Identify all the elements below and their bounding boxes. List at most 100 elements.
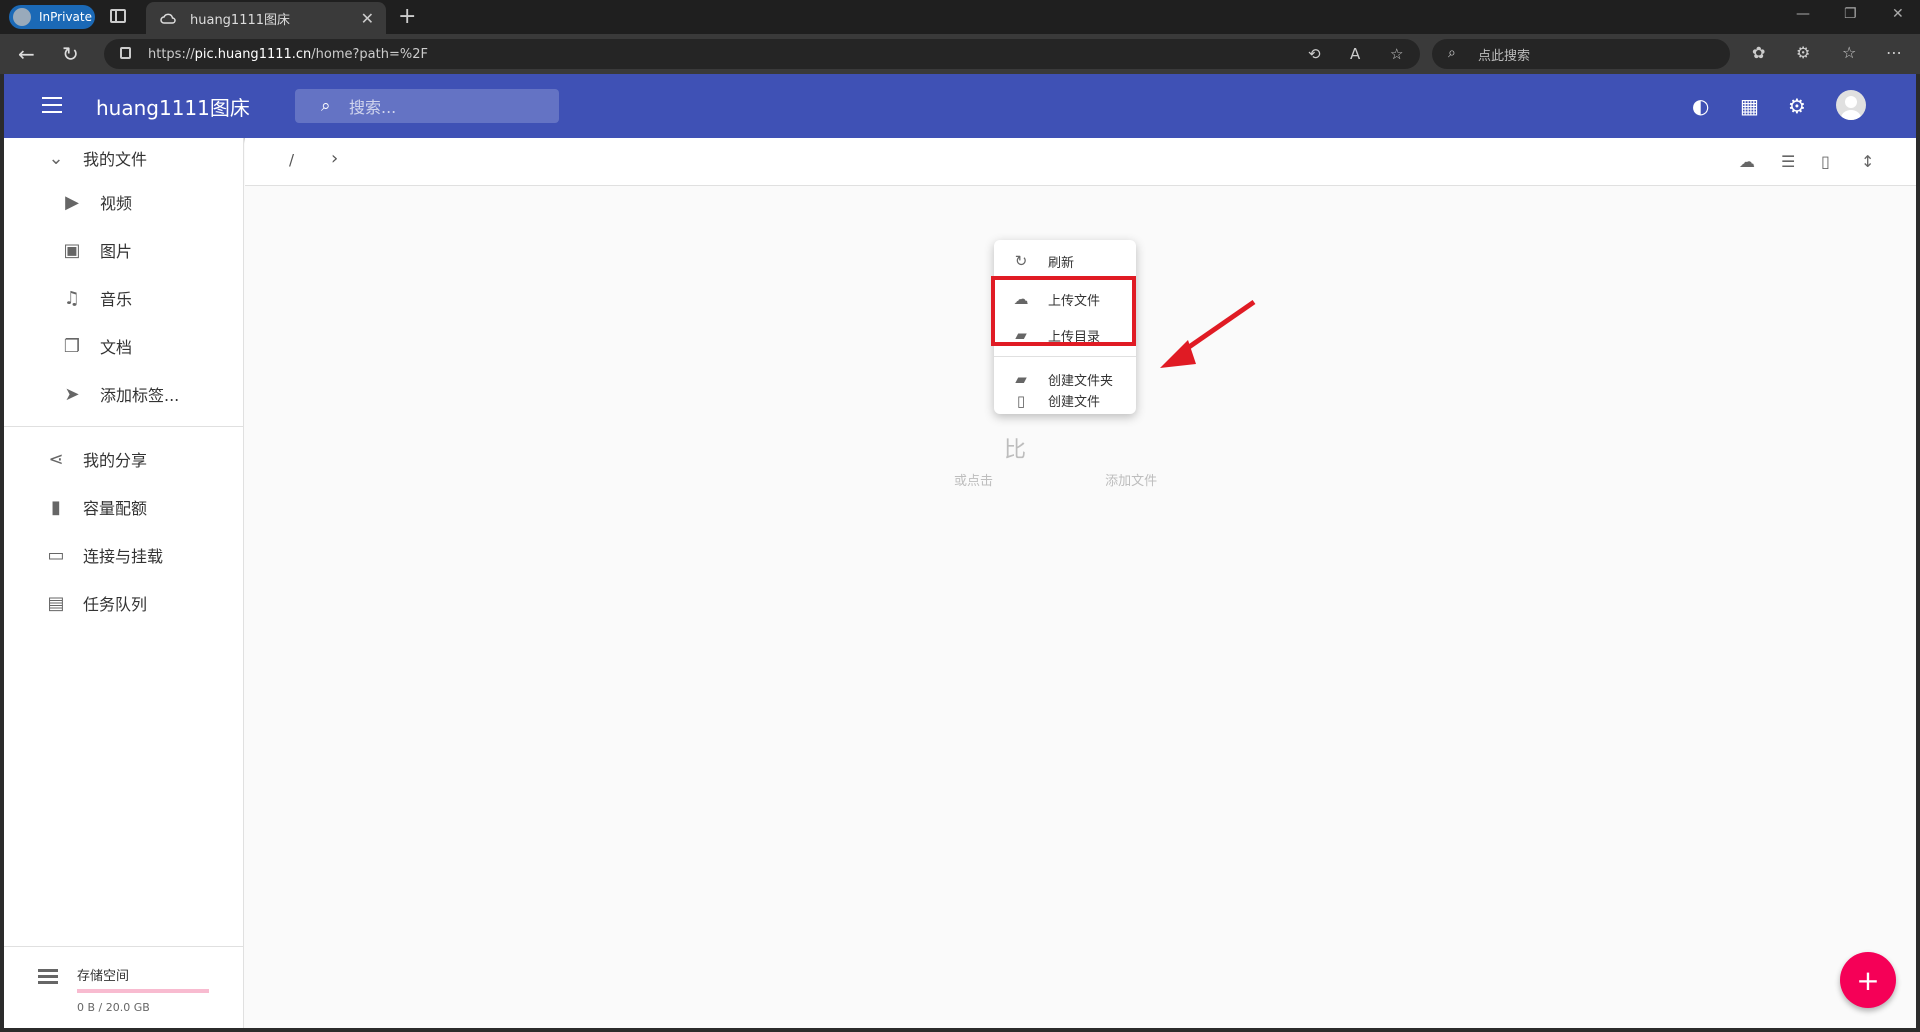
extensions-icon[interactable]: ⚙	[1796, 43, 1810, 62]
inprivate-badge[interactable]: InPrivate	[9, 5, 95, 29]
settings-gear-icon[interactable]: ⚙	[1788, 94, 1806, 118]
empty-subtitle-left: 或点击	[954, 474, 994, 489]
sidebar-item-add-tag[interactable]: ➤ 添加标签...	[4, 374, 244, 414]
sidebar-item-video[interactable]: ▶ 视频	[4, 182, 244, 222]
sd-card-icon: ▮	[51, 496, 61, 518]
minimize-icon[interactable]: —	[1796, 6, 1810, 22]
annotation-arrow-icon	[1160, 299, 1256, 368]
tab-actions-icon[interactable]	[110, 9, 126, 23]
file-view-icon[interactable]: ▯	[1821, 152, 1830, 171]
file-add-icon: ▯	[1016, 392, 1026, 410]
menu-item-create-file[interactable]: ▯ 创建文件	[994, 386, 1136, 414]
highlight-box	[991, 276, 1136, 346]
sidebar-item-image[interactable]: ▣ 图片	[4, 230, 244, 270]
music-icon: ♫	[63, 287, 81, 309]
empty-title: 比	[1004, 438, 1027, 463]
address-bar[interactable]: https://pic.huang1111.cn/home?path=%2F ⟲…	[104, 39, 1420, 69]
sidebar-item-tasks[interactable]: ▤ 任务队列	[4, 583, 244, 623]
menu-divider	[994, 356, 1136, 357]
sidebar-item-label: 添加标签...	[100, 386, 180, 405]
sidebar-divider	[4, 426, 244, 427]
app-title: huang1111图床	[96, 96, 250, 120]
storage-progress-bar	[77, 989, 209, 993]
translate-icon[interactable]: ⟲	[1308, 45, 1321, 63]
refresh-icon: ↻	[1014, 252, 1028, 270]
more-icon[interactable]: ⋯	[1886, 43, 1902, 62]
image-icon: ▣	[63, 239, 81, 261]
sidebar-item-label: 任务队列	[83, 595, 148, 614]
cloud-upload-icon[interactable]: ☁	[1739, 152, 1755, 171]
restore-icon[interactable]: ❐	[1844, 6, 1857, 22]
breadcrumb-chevron-icon[interactable]: ›	[331, 148, 338, 169]
favorites-icon[interactable]: ☆	[1842, 43, 1856, 62]
sidebar-item-my-files[interactable]: ⌄ 我的文件	[4, 138, 244, 178]
sort-icon[interactable]: ↕	[1861, 152, 1874, 171]
chevron-down-icon[interactable]: ⌄	[46, 148, 66, 169]
address-row: ← ↻ https://pic.huang1111.cn/home?path=%…	[0, 34, 1920, 74]
app-bar: huang1111图床 ⌕ 搜索... ◐ ▦ ⚙	[4, 74, 1916, 138]
cloud-favicon-icon	[160, 13, 176, 24]
user-avatar[interactable]	[1836, 90, 1866, 120]
menu-icon[interactable]	[42, 97, 62, 113]
url-host: pic.huang1111.cn	[194, 46, 312, 62]
sidebar-item-share[interactable]: ⋖ 我的分享	[4, 439, 244, 479]
extensions-gift-icon[interactable]: ✿	[1752, 43, 1765, 62]
add-fab-button[interactable]: +	[1840, 952, 1896, 1008]
new-tab-icon[interactable]: +	[398, 4, 416, 29]
sidebar-item-quota[interactable]: ▮ 容量配额	[4, 487, 244, 527]
empty-subtitle: 或点击 添加文件	[954, 470, 1157, 489]
clipboard-icon: ▤	[47, 592, 65, 614]
sidebar: ⌄ 我的文件 ▶ 视频 ▣ 图片 ♫ 音乐 ❐ 文档 ➤ 添加标签... ⋖ 我…	[4, 138, 244, 1028]
url-path: /home?path=%2F	[311, 46, 428, 62]
app-search-input[interactable]: ⌕ 搜索...	[295, 89, 559, 123]
web-page: huang1111图床 ⌕ 搜索... ◐ ▦ ⚙ ⌄ 我的文件 ▶ 视频 ▣ …	[4, 74, 1916, 1028]
read-aloud-icon[interactable]: A	[1350, 45, 1360, 63]
sidebar-item-label: 连接与挂载	[83, 547, 164, 566]
list-view-icon[interactable]: ☰	[1781, 152, 1795, 171]
sidebar-item-label: 图片	[100, 242, 133, 261]
close-window-icon[interactable]: ✕	[1892, 6, 1904, 22]
browser-search-box[interactable]: ⌕ 点此搜索	[1432, 39, 1730, 69]
sidebar-item-label: 容量配额	[83, 499, 148, 518]
path-navigator: / › ☁ ☰ ▯ ↕	[245, 138, 1916, 186]
devices-icon: ▭	[47, 544, 65, 566]
theme-toggle-icon[interactable]: ◐	[1692, 94, 1709, 118]
search-icon: ⌕	[1448, 45, 1456, 61]
video-icon: ▶	[65, 191, 79, 213]
menu-item-label: 刷新	[1048, 255, 1075, 271]
menu-item-refresh[interactable]: ↻ 刷新	[994, 246, 1136, 276]
storage-label: 存储空间	[77, 969, 130, 984]
sidebar-item-label: 视频	[100, 194, 133, 213]
reload-icon[interactable]: ↻	[62, 42, 79, 66]
favorite-star-icon[interactable]: ☆	[1390, 45, 1403, 63]
browser-search-placeholder: 点此搜索	[1478, 48, 1531, 64]
url-scheme: https://	[148, 46, 195, 62]
close-tab-icon[interactable]: ✕	[361, 9, 374, 28]
lock-icon	[120, 47, 131, 59]
back-icon[interactable]: ←	[18, 42, 35, 66]
sidebar-item-document[interactable]: ❐ 文档	[4, 326, 244, 366]
tab-title: huang1111图床	[190, 12, 291, 28]
tag-add-icon: ➤	[64, 383, 80, 405]
storage-icon	[38, 969, 58, 985]
sidebar-item-connections[interactable]: ▭ 连接与挂载	[4, 535, 244, 575]
browser-tab[interactable]: huang1111图床 ✕	[146, 2, 386, 34]
browser-window: InPrivate huang1111图床 ✕ + — ❐ ✕ ← ↻ http…	[0, 0, 1920, 1032]
breadcrumb-root[interactable]: /	[289, 151, 294, 169]
empty-subtitle-right: 添加文件	[1105, 474, 1158, 489]
my-files-label: 我的文件	[83, 150, 148, 169]
sidebar-item-music[interactable]: ♫ 音乐	[4, 278, 244, 318]
profile-avatar-icon	[13, 8, 31, 26]
sidebar-item-label: 音乐	[100, 290, 133, 309]
inprivate-label: InPrivate	[39, 10, 92, 24]
task-queue-icon[interactable]: ▦	[1740, 94, 1759, 118]
tab-strip: InPrivate huang1111图床 ✕ + — ❐ ✕	[0, 0, 1920, 34]
sidebar-item-label: 我的分享	[83, 451, 148, 470]
app-search-placeholder: 搜索...	[349, 98, 397, 117]
search-icon: ⌕	[321, 96, 331, 116]
storage-panel: 存储空间 0 B / 20.0 GB	[4, 946, 244, 1028]
sidebar-item-label: 文档	[100, 338, 133, 357]
document-icon: ❐	[63, 335, 81, 357]
storage-usage: 0 B / 20.0 GB	[77, 1001, 150, 1014]
menu-item-label: 创建文件	[1048, 394, 1101, 410]
